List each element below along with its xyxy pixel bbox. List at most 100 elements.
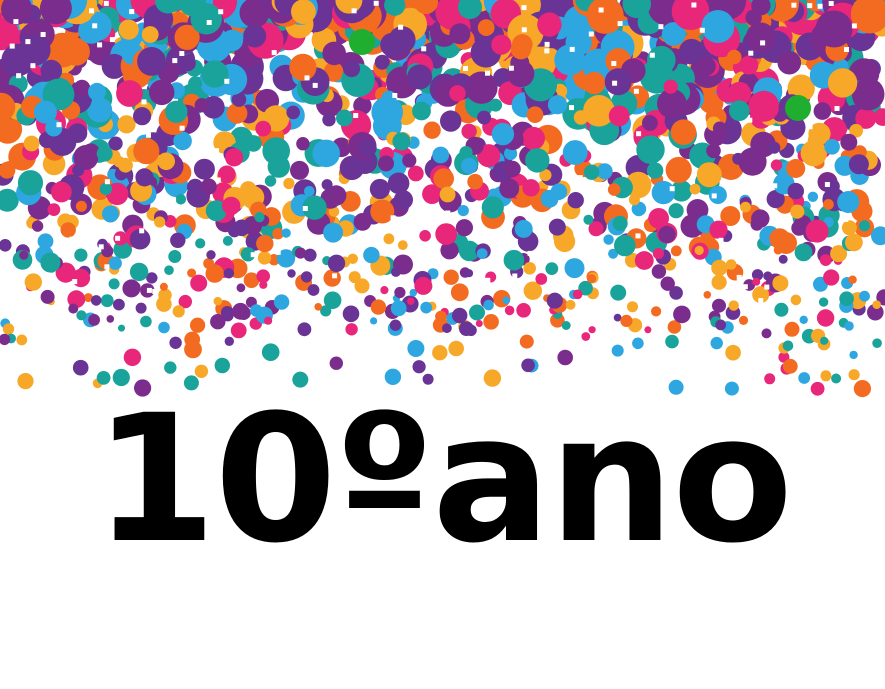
confetti-sparkle — [292, 155, 298, 161]
confetti-dot — [565, 299, 576, 310]
confetti-dot — [525, 148, 550, 173]
confetti-sparkle — [172, 58, 178, 64]
confetti-dot — [465, 324, 477, 336]
confetti-dot — [200, 178, 217, 195]
confetti-dot — [815, 10, 853, 48]
confetti-dot — [322, 41, 347, 66]
confetti-dot — [60, 222, 76, 238]
confetti-sparkle — [485, 277, 491, 283]
confetti-dot — [627, 301, 638, 313]
confetti-sparkle — [390, 215, 396, 221]
confetti-sparkle — [758, 298, 764, 304]
confetti-dot — [567, 192, 584, 209]
confetti-dot — [535, 273, 548, 285]
confetti-dot — [194, 98, 209, 113]
confetti-dot — [738, 315, 749, 325]
confetti-dot — [483, 314, 499, 330]
confetti-dot — [72, 359, 89, 376]
confetti-dot — [611, 344, 624, 357]
confetti-dot — [133, 138, 160, 165]
confetti-dot — [745, 22, 776, 53]
confetti-dot — [108, 136, 123, 151]
confetti-dot — [491, 122, 515, 146]
confetti-dot — [190, 3, 222, 35]
confetti-dot — [483, 299, 494, 311]
confetti-sparkle — [16, 73, 22, 79]
confetti-dot — [113, 298, 125, 311]
confetti-dot — [407, 340, 425, 357]
confetti-dot — [423, 121, 441, 139]
confetti-sparkle — [235, 295, 241, 301]
confetti-dot — [435, 310, 447, 323]
confetti-dot — [255, 120, 272, 137]
confetti-dot — [748, 90, 780, 122]
confetti-sparkle — [158, 255, 164, 261]
confetti-sparkle — [104, 179, 110, 185]
confetti-dot — [819, 254, 832, 266]
confetti-sparkle — [271, 50, 277, 56]
confetti-dot — [175, 194, 187, 205]
confetti-dot — [283, 177, 295, 190]
confetti-dot — [583, 164, 600, 180]
confetti-dot — [712, 298, 726, 313]
confetti-dot — [583, 214, 594, 225]
confetti-dot — [412, 101, 431, 121]
confetti-dot — [113, 156, 126, 168]
confetti-dot — [673, 305, 691, 324]
confetti-dot — [300, 271, 313, 283]
confetti-dot — [312, 139, 341, 168]
confetti-sparkle — [544, 48, 550, 54]
confetti-dot — [68, 303, 79, 314]
confetti-sparkle — [365, 192, 371, 198]
confetti-dot — [440, 110, 462, 132]
confetti-sparkle — [669, 186, 675, 192]
confetti-dot — [610, 284, 627, 301]
confetti-dot — [443, 269, 459, 285]
confetti-dot — [314, 303, 323, 311]
confetti-sparkle — [807, 3, 813, 9]
confetti-dot — [296, 137, 310, 151]
confetti-sparkle — [817, 3, 823, 9]
confetti-dot — [261, 343, 280, 362]
confetti-sparkle — [521, 5, 527, 11]
confetti-sparkle — [747, 117, 753, 123]
confetti-dot — [74, 248, 88, 262]
confetti-dot — [17, 170, 44, 196]
confetti-dot — [798, 372, 811, 384]
confetti-dot — [259, 280, 268, 289]
confetti-dot — [703, 291, 712, 299]
confetti-sparkle — [25, 39, 31, 45]
confetti-dot — [172, 305, 185, 318]
confetti-dot — [67, 123, 88, 143]
confetti-sparkle — [30, 63, 36, 69]
confetti-dot — [573, 110, 589, 125]
confetti-sparkle — [13, 19, 19, 25]
confetti-dot — [108, 278, 120, 290]
confetti-dot — [665, 334, 679, 349]
confetti-dot — [526, 106, 544, 123]
confetti-sparkle — [699, 27, 705, 33]
confetti-sparkle — [843, 216, 849, 222]
confetti-dot — [564, 258, 585, 279]
confetti-dot — [294, 247, 307, 259]
confetti-dot — [658, 225, 676, 244]
confetti-sparkle — [577, 175, 583, 181]
confetti-dot — [188, 76, 203, 91]
confetti-dot — [477, 19, 495, 36]
confetti-dot — [663, 79, 678, 94]
confetti-dot — [187, 268, 197, 278]
confetti-dot — [348, 271, 361, 284]
confetti-sparkle — [421, 46, 427, 52]
confetti-dot — [370, 299, 387, 315]
confetti-sparkle — [791, 2, 797, 8]
confetti-dot — [636, 135, 665, 164]
confetti-dot — [522, 179, 540, 197]
confetti-dot — [790, 294, 802, 306]
confetti-sparkle — [636, 131, 642, 137]
confetti-dot — [165, 100, 188, 124]
confetti-dot — [761, 328, 772, 339]
confetti-sparkle — [804, 177, 810, 183]
confetti-dot — [327, 254, 346, 272]
confetti-dot — [388, 26, 416, 54]
confetti-dot — [651, 264, 667, 279]
